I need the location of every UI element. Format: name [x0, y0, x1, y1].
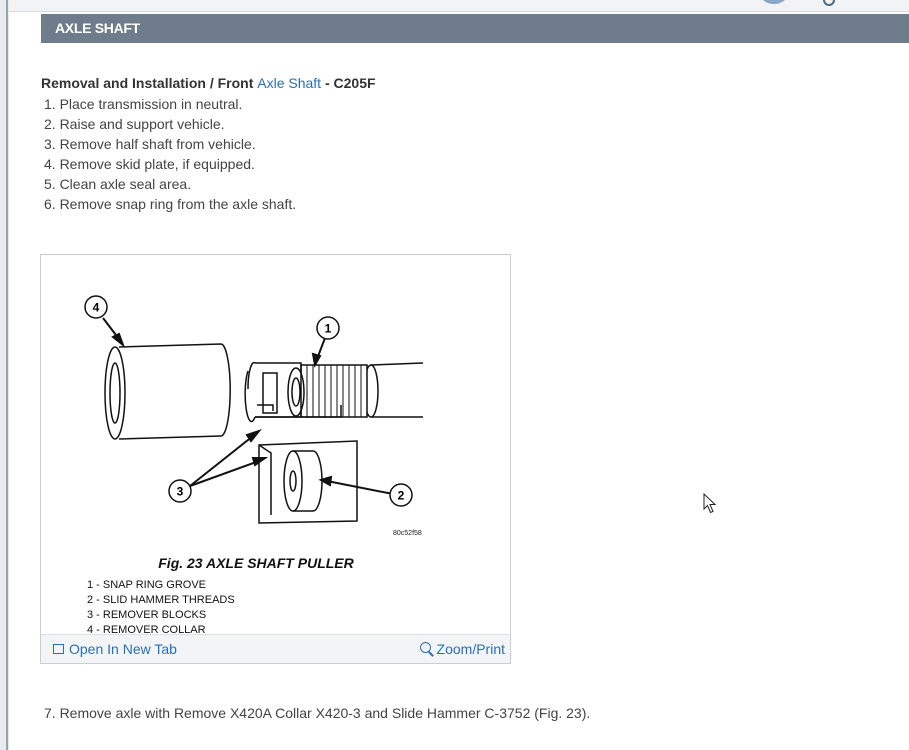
- callout-3: 3: [168, 479, 192, 503]
- callout-2: 2: [389, 483, 413, 507]
- remover-collar-drawing: [104, 343, 231, 440]
- procedure-title-prefix: Removal and Installation / Front: [41, 75, 254, 91]
- zoom-in-icon: [419, 642, 431, 653]
- procedure-title-suffix: - C205F: [324, 75, 376, 91]
- figure-caption: Fig. 23 AXLE SHAFT PULLER: [158, 555, 354, 571]
- search-icon[interactable]: [823, 0, 835, 6]
- steps-list: 1. Place transmission in neutral. 2. Rai…: [41, 94, 296, 214]
- legend-item: 3 - REMOVER BLOCKS: [87, 609, 206, 621]
- callout-label: 1: [325, 322, 332, 336]
- axle-shaft-link[interactable]: Axle Shaft: [257, 75, 321, 91]
- open-new-tab-icon: [53, 644, 64, 654]
- callout-4: 4: [84, 295, 108, 319]
- figure-footer: Open In New Tab Zoom/Print: [41, 634, 510, 663]
- callout-1: 1: [316, 316, 340, 340]
- axle-shaft-puller-illustration[interactable]: 4 1 3 2 80c52f58 Fig. 23 AXLE SHAFT PULL…: [41, 255, 512, 637]
- axle-shaft-drawing: [287, 362, 424, 418]
- step-item: 6. Remove snap ring from the axle shaft.: [44, 196, 297, 212]
- lower-remover-block-drawing: [258, 440, 358, 524]
- step-item: 1. Place transmission in neutral.: [44, 96, 243, 112]
- step-item: 7. Remove axle with Remove X420A Collar …: [44, 705, 591, 721]
- step-item: 3. Remove half shaft from vehicle.: [44, 136, 256, 152]
- image-code: 80c52f58: [393, 530, 422, 537]
- avatar-icon[interactable]: [761, 0, 787, 4]
- section-header: AXLE SHAFT: [41, 14, 909, 43]
- zoom-print-label: Zoom/Print: [436, 641, 505, 657]
- step-item: 4. Remove skid plate, if equipped.: [44, 156, 255, 172]
- legend-item: 1 - SNAP RING GROVE: [87, 579, 206, 591]
- step-item: 2. Raise and support vehicle.: [44, 116, 225, 132]
- mouse-pointer-icon: [703, 493, 717, 514]
- procedure-title: Removal and Installation / Front Axle Sh…: [41, 75, 376, 91]
- step-item: 5. Clean axle seal area.: [44, 176, 192, 192]
- open-in-new-tab-label: Open In New Tab: [69, 641, 177, 657]
- figure-container: 4 1 3 2 80c52f58 Fig. 23 AXLE SHAFT PULL…: [40, 254, 511, 664]
- left-scroll-edge: [0, 0, 9, 750]
- legend-item: 2 - SLID HAMMER THREADS: [87, 594, 235, 606]
- top-toolbar-strip: [9, 0, 909, 12]
- zoom-print-button[interactable]: Zoom/Print: [419, 641, 505, 657]
- callout-label: 2: [398, 489, 405, 503]
- open-in-new-tab-button[interactable]: Open In New Tab: [53, 641, 177, 657]
- callout-label: 4: [93, 301, 100, 315]
- callout-label: 3: [177, 485, 184, 499]
